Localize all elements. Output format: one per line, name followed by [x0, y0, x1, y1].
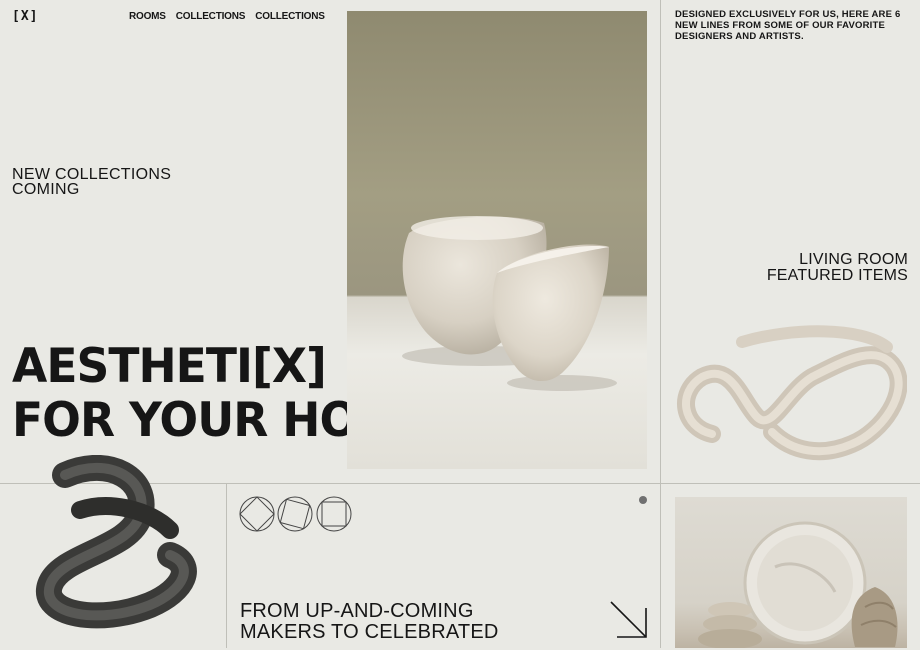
logo[interactable]: [X] [12, 9, 38, 24]
new-collections-heading: NEW COLLECTIONS COMING [12, 166, 172, 198]
shape-icons [239, 496, 355, 534]
makers-line-1: FROM UP-AND-COMING [240, 600, 474, 622]
makers-line-2: MAKERS TO CELEBRATED [240, 621, 499, 643]
ceramic-vessels-photo[interactable] [347, 11, 647, 469]
plate-stones-photo[interactable] [675, 497, 907, 648]
light-ribbon-illustration [677, 325, 908, 461]
divider-vertical-right [660, 0, 661, 648]
coming-line-2: COMING [12, 181, 80, 198]
living-line-2: FEATURED ITEMS [766, 267, 908, 284]
dark-ribbon-illustration [36, 454, 197, 629]
circle-diamond-icon [239, 496, 275, 532]
nav-item-collections-2[interactable]: COLLECTIONS [255, 11, 325, 22]
plate-stones-illustration [698, 521, 898, 648]
ribbon-sculpture-dark[interactable] [20, 454, 220, 645]
circle-rotated-square-icon [277, 496, 313, 532]
slider-indicator-dot[interactable] [639, 496, 647, 504]
vessels-illustration [402, 216, 617, 391]
collection-tagline: DESIGNED EXCLUSIVELY FOR US, HERE ARE 6 … [675, 9, 901, 42]
nav-item-collections[interactable]: COLLECTIONS [176, 11, 246, 22]
arrow-down-right-icon[interactable] [609, 600, 649, 640]
divider-vertical-bottom-left [226, 483, 227, 648]
coming-line-1: NEW COLLECTIONS [12, 166, 172, 183]
circle-square-icon [316, 496, 352, 532]
nav-item-rooms[interactable]: ROOMS [129, 11, 166, 22]
living-line-1: LIVING ROOM [799, 251, 908, 268]
main-nav: ROOMS COLLECTIONS COLLECTIONS [129, 11, 325, 22]
ribbon-sculpture-light[interactable] [672, 322, 908, 472]
makers-heading: FROM UP-AND-COMING MAKERS TO CELEBRATED [240, 601, 499, 643]
living-room-heading: LIVING ROOM FEATURED ITEMS [767, 252, 908, 284]
